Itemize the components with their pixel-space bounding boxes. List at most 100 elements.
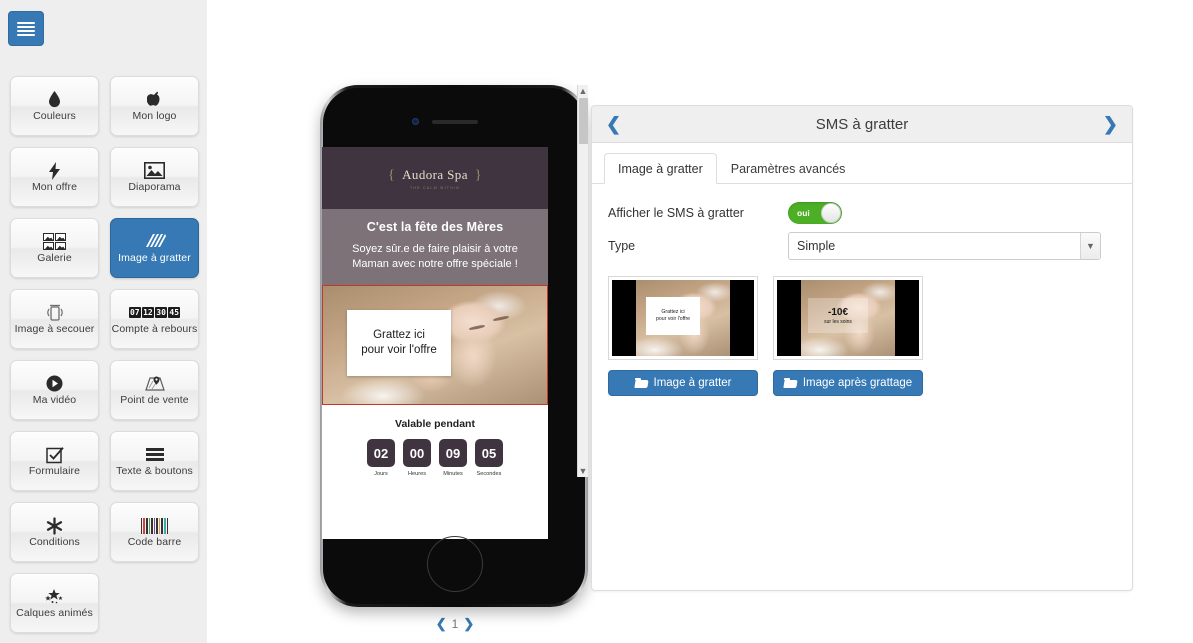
- sidebar-item-mon-offre[interactable]: Mon offre: [10, 147, 99, 207]
- thumbnail-canvas: -10€ sur les soins: [777, 280, 919, 356]
- offer-amount: -10€: [828, 306, 849, 318]
- sidebar-item-texte-boutons[interactable]: Texte & boutons: [110, 431, 199, 491]
- thumbnail-scratch-label: Grattez ici pour voir l'offre: [646, 296, 701, 335]
- scroll-up-icon[interactable]: ▲: [578, 85, 588, 97]
- gallery-grid-icon: [43, 232, 66, 251]
- field-row-display: Afficher le SMS à gratter oui: [608, 202, 1132, 224]
- sidebar-item-label: Mon offre: [31, 181, 78, 193]
- image-apres-grattage-button[interactable]: Image après grattage: [773, 370, 923, 396]
- scratch-instruction-label: Grattez ici pour voir l'offre: [347, 310, 451, 376]
- phone-preview: {Audora Spa} THE CALM WITHIN C'est la fê…: [320, 85, 590, 632]
- sparkle-stars-icon: [44, 587, 65, 606]
- thumb-column-after: -10€ sur les soins Image après grattage: [773, 276, 923, 396]
- sidebar-item-conditions[interactable]: Conditions: [10, 502, 99, 562]
- brand-tagline: THE CALM WITHIN: [410, 185, 460, 190]
- slideshow-image-icon: [144, 161, 165, 180]
- phone-frame: {Audora Spa} THE CALM WITHIN C'est la fê…: [320, 85, 588, 607]
- promo-title: C'est la fête des Mères: [366, 220, 504, 234]
- preview-countdown-block: Valable pendant 02 Jours 00 Heures 09 Mi…: [322, 405, 548, 489]
- countdown-cell: 05 Secondes: [475, 439, 503, 477]
- countdown-label: Heures: [407, 471, 427, 477]
- panel-next-button[interactable]: ❯: [1102, 115, 1118, 133]
- scroll-down-icon[interactable]: ▼: [578, 465, 588, 477]
- sidebar-item-diaporama[interactable]: Diaporama: [110, 147, 199, 207]
- preview-brand: {Audora Spa}: [381, 167, 489, 184]
- settings-panel: ❮ SMS à gratter ❯ Image à gratter Paramè…: [591, 105, 1133, 591]
- sidebar-item-galerie[interactable]: Galerie: [10, 218, 99, 278]
- countdown-cell: 09 Minutes: [439, 439, 467, 477]
- sidebar-item-label: Calques animés: [16, 607, 93, 619]
- countdown-label: Minutes: [443, 471, 463, 477]
- sidebar-item-compte-a-rebours[interactable]: 07 12 30 45 Compte à rebours: [110, 289, 199, 349]
- panel-title: SMS à gratter: [815, 115, 909, 133]
- sidebar-item-label: Texte & boutons: [116, 465, 193, 477]
- countdown-value: 02: [367, 439, 395, 467]
- phone-home-button: [427, 536, 483, 592]
- app-root: Couleurs Mon logo Mon offre Diaporama Ga…: [0, 0, 1193, 643]
- sidebar-item-code-barre[interactable]: Code barre: [110, 502, 199, 562]
- sidebar-item-formulaire[interactable]: Formulaire: [10, 431, 99, 491]
- hamburger-menu-button[interactable]: [8, 11, 44, 46]
- offer-subtitle: sur les soins: [824, 318, 852, 325]
- folder-open-icon: [783, 378, 797, 388]
- checkbox-icon: [45, 445, 64, 464]
- thumb-caption-line-1: Grattez ici: [661, 308, 685, 315]
- button-label: Image après grattage: [802, 377, 913, 389]
- countdown-row: 02 Jours 00 Heures 09 Minutes 05 Seconde…: [322, 439, 548, 477]
- sidebar-item-label: Couleurs: [33, 110, 76, 122]
- scrollbar-thumb[interactable]: [579, 98, 588, 144]
- countdown-icon-digit: 07: [128, 307, 141, 318]
- display-toggle-switch[interactable]: oui: [788, 202, 842, 224]
- sidebar-item-label: Diaporama: [128, 181, 181, 193]
- sidebar-tile-list: Couleurs Mon logo Mon offre Diaporama Ga…: [10, 76, 200, 633]
- sidebar-item-couleurs[interactable]: Couleurs: [10, 76, 99, 136]
- countdown-cell: 02 Jours: [367, 439, 395, 477]
- phone-camera-icon: [412, 118, 419, 125]
- sidebar-item-calques-animes[interactable]: Calques animés: [10, 573, 99, 633]
- image-a-gratter-button[interactable]: Image à gratter: [608, 370, 758, 396]
- thumbnail-image-a-gratter[interactable]: Grattez ici pour voir l'offre: [608, 276, 758, 360]
- preview-pager: ❮ 1 ❯: [320, 616, 590, 632]
- thumb-column-scratch: Grattez ici pour voir l'offre Image à gr…: [608, 276, 758, 396]
- sidebar-item-label: Compte à rebours: [111, 323, 198, 335]
- panel-prev-button[interactable]: ❮: [606, 115, 622, 133]
- display-toggle-label: Afficher le SMS à gratter: [608, 206, 744, 220]
- sidebar-item-point-de-vente[interactable]: Point de vente: [110, 360, 199, 420]
- pager-next-button[interactable]: ❯: [458, 616, 479, 631]
- preview-promo-block: C'est la fête des Mères Soyez sûr.e de f…: [322, 209, 548, 285]
- countdown-cell: 00 Heures: [403, 439, 431, 477]
- thumbnail-canvas: Grattez ici pour voir l'offre: [612, 280, 754, 356]
- bolt-icon: [49, 161, 60, 180]
- pager-prev-button[interactable]: ❮: [431, 616, 452, 631]
- droplet-icon: [48, 90, 61, 109]
- sidebar-item-image-a-secouer[interactable]: Image à secouer: [10, 289, 99, 349]
- barcode-icon: [140, 516, 169, 535]
- countdown-icon-digit: 12: [142, 307, 154, 318]
- map-pin-icon: [144, 374, 165, 393]
- sidebar-item-image-a-gratter[interactable]: Image à gratter: [110, 218, 199, 278]
- sidebar-item-mon-logo[interactable]: Mon logo: [110, 76, 199, 136]
- countdown-icon-digit: 30: [155, 307, 167, 318]
- type-label: Type: [608, 239, 636, 253]
- sidebar-item-label: Galerie: [37, 252, 72, 264]
- field-row-type: Type Simple ▼: [608, 232, 1132, 260]
- thumbnail-image-apres-grattage[interactable]: -10€ sur les soins: [773, 276, 923, 360]
- tab-parametres-avances[interactable]: Paramètres avancés: [717, 153, 860, 184]
- panel-header: ❮ SMS à gratter ❯: [592, 106, 1132, 143]
- sidebar-item-ma-video[interactable]: Ma vidéo: [10, 360, 99, 420]
- type-select[interactable]: Simple: [788, 232, 1101, 260]
- tab-image-a-gratter[interactable]: Image à gratter: [604, 153, 717, 184]
- brand-brace-left-icon: {: [388, 167, 396, 183]
- countdown-label: Jours: [374, 471, 388, 477]
- text-lines-icon: [145, 445, 164, 464]
- brand-name: Audora Spa: [402, 166, 468, 182]
- panel-form: Afficher le SMS à gratter oui Type Simpl…: [592, 184, 1132, 396]
- folder-open-icon: [634, 378, 648, 388]
- sidebar-item-label: Ma vidéo: [32, 394, 77, 406]
- preview-scratch-area[interactable]: Grattez ici pour voir l'offre: [322, 285, 548, 405]
- panel-tabs: Image à gratter Paramètres avancés: [592, 143, 1132, 184]
- scratch-lines-icon: [144, 232, 166, 251]
- preview-scrollbar[interactable]: ▲ ▼: [577, 85, 588, 477]
- button-label: Image à gratter: [653, 377, 732, 389]
- sidebar-item-label: Point de vente: [120, 394, 189, 406]
